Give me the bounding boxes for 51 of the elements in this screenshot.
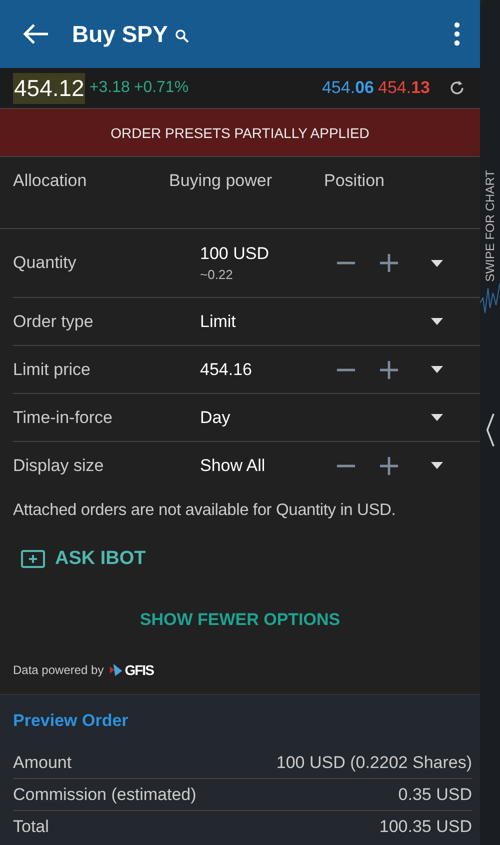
plus-icon[interactable] <box>379 253 399 273</box>
page-title: Buy SPY <box>72 20 168 48</box>
dropdown-caret-icon[interactable] <box>431 318 443 325</box>
powered-by-text: Data powered by <box>13 663 104 677</box>
more-menu-icon[interactable] <box>454 22 460 46</box>
info-note: Attached orders are not available for Quantity in USD. <box>12 500 397 520</box>
last-price: 454.12 <box>13 72 86 104</box>
preview-title: Preview Order <box>13 711 130 731</box>
ask-ibot-button[interactable]: ASK IBOT <box>21 548 146 570</box>
ask-price: 454.13 <box>378 78 430 98</box>
refresh-icon[interactable] <box>448 79 466 97</box>
percent-change: +0.71% <box>134 79 189 97</box>
bid-price: 454.06 <box>322 78 374 98</box>
price-change: +3.18 <box>89 79 130 97</box>
summary-label: Total <box>13 816 49 836</box>
field-label: Display size <box>13 456 105 476</box>
info-tab[interactable]: Buying power <box>169 171 324 228</box>
sparkline <box>480 282 500 314</box>
chart-side-panel[interactable]: SWIPE FOR CHART <box>480 0 500 845</box>
summary-label: Amount <box>13 752 72 772</box>
field-label: Order type <box>13 312 94 332</box>
dropdown-caret-icon[interactable] <box>431 366 443 373</box>
summary-value: 100.35 USD <box>379 816 472 836</box>
summary-value: 100 USD (0.2202 Shares) <box>276 752 472 772</box>
field-value[interactable]: Limit <box>200 312 336 332</box>
chevron-left-icon[interactable] <box>485 412 495 448</box>
info-tab[interactable]: Allocation <box>13 171 169 228</box>
field-value[interactable]: 454.16 <box>200 360 336 380</box>
summary-value: 0.35 USD <box>398 784 472 804</box>
swipe-hint: SWIPE FOR CHART <box>483 170 497 282</box>
field-label: Quantity <box>13 253 78 273</box>
dropdown-caret-icon[interactable] <box>431 414 443 421</box>
field-label: Limit price <box>13 360 92 380</box>
back-arrow-icon[interactable] <box>22 22 50 46</box>
plus-icon[interactable] <box>379 360 399 380</box>
field-value[interactable]: Show All <box>200 456 336 476</box>
play-logo-icon <box>108 663 123 677</box>
add-chat-icon <box>21 550 45 568</box>
field-label: Time-in-force <box>13 408 114 428</box>
share-estimate: ~0.22 <box>200 267 234 282</box>
summary-label: Commission (estimated) <box>13 784 196 804</box>
presets-banner: ORDER PRESETS PARTIALLY APPLIED <box>0 108 480 157</box>
search-icon[interactable] <box>174 29 189 43</box>
plus-icon[interactable] <box>379 456 399 476</box>
field-value[interactable]: Day <box>200 408 336 428</box>
dropdown-caret-icon[interactable] <box>431 462 443 469</box>
show-fewer-options-link[interactable]: SHOW FEWER OPTIONS <box>140 610 340 630</box>
brand-name: GFIS <box>124 662 154 678</box>
field-value[interactable]: 100 USD <box>200 244 336 264</box>
dropdown-caret-icon[interactable] <box>431 260 443 266</box>
info-tab[interactable]: Position <box>324 171 384 228</box>
